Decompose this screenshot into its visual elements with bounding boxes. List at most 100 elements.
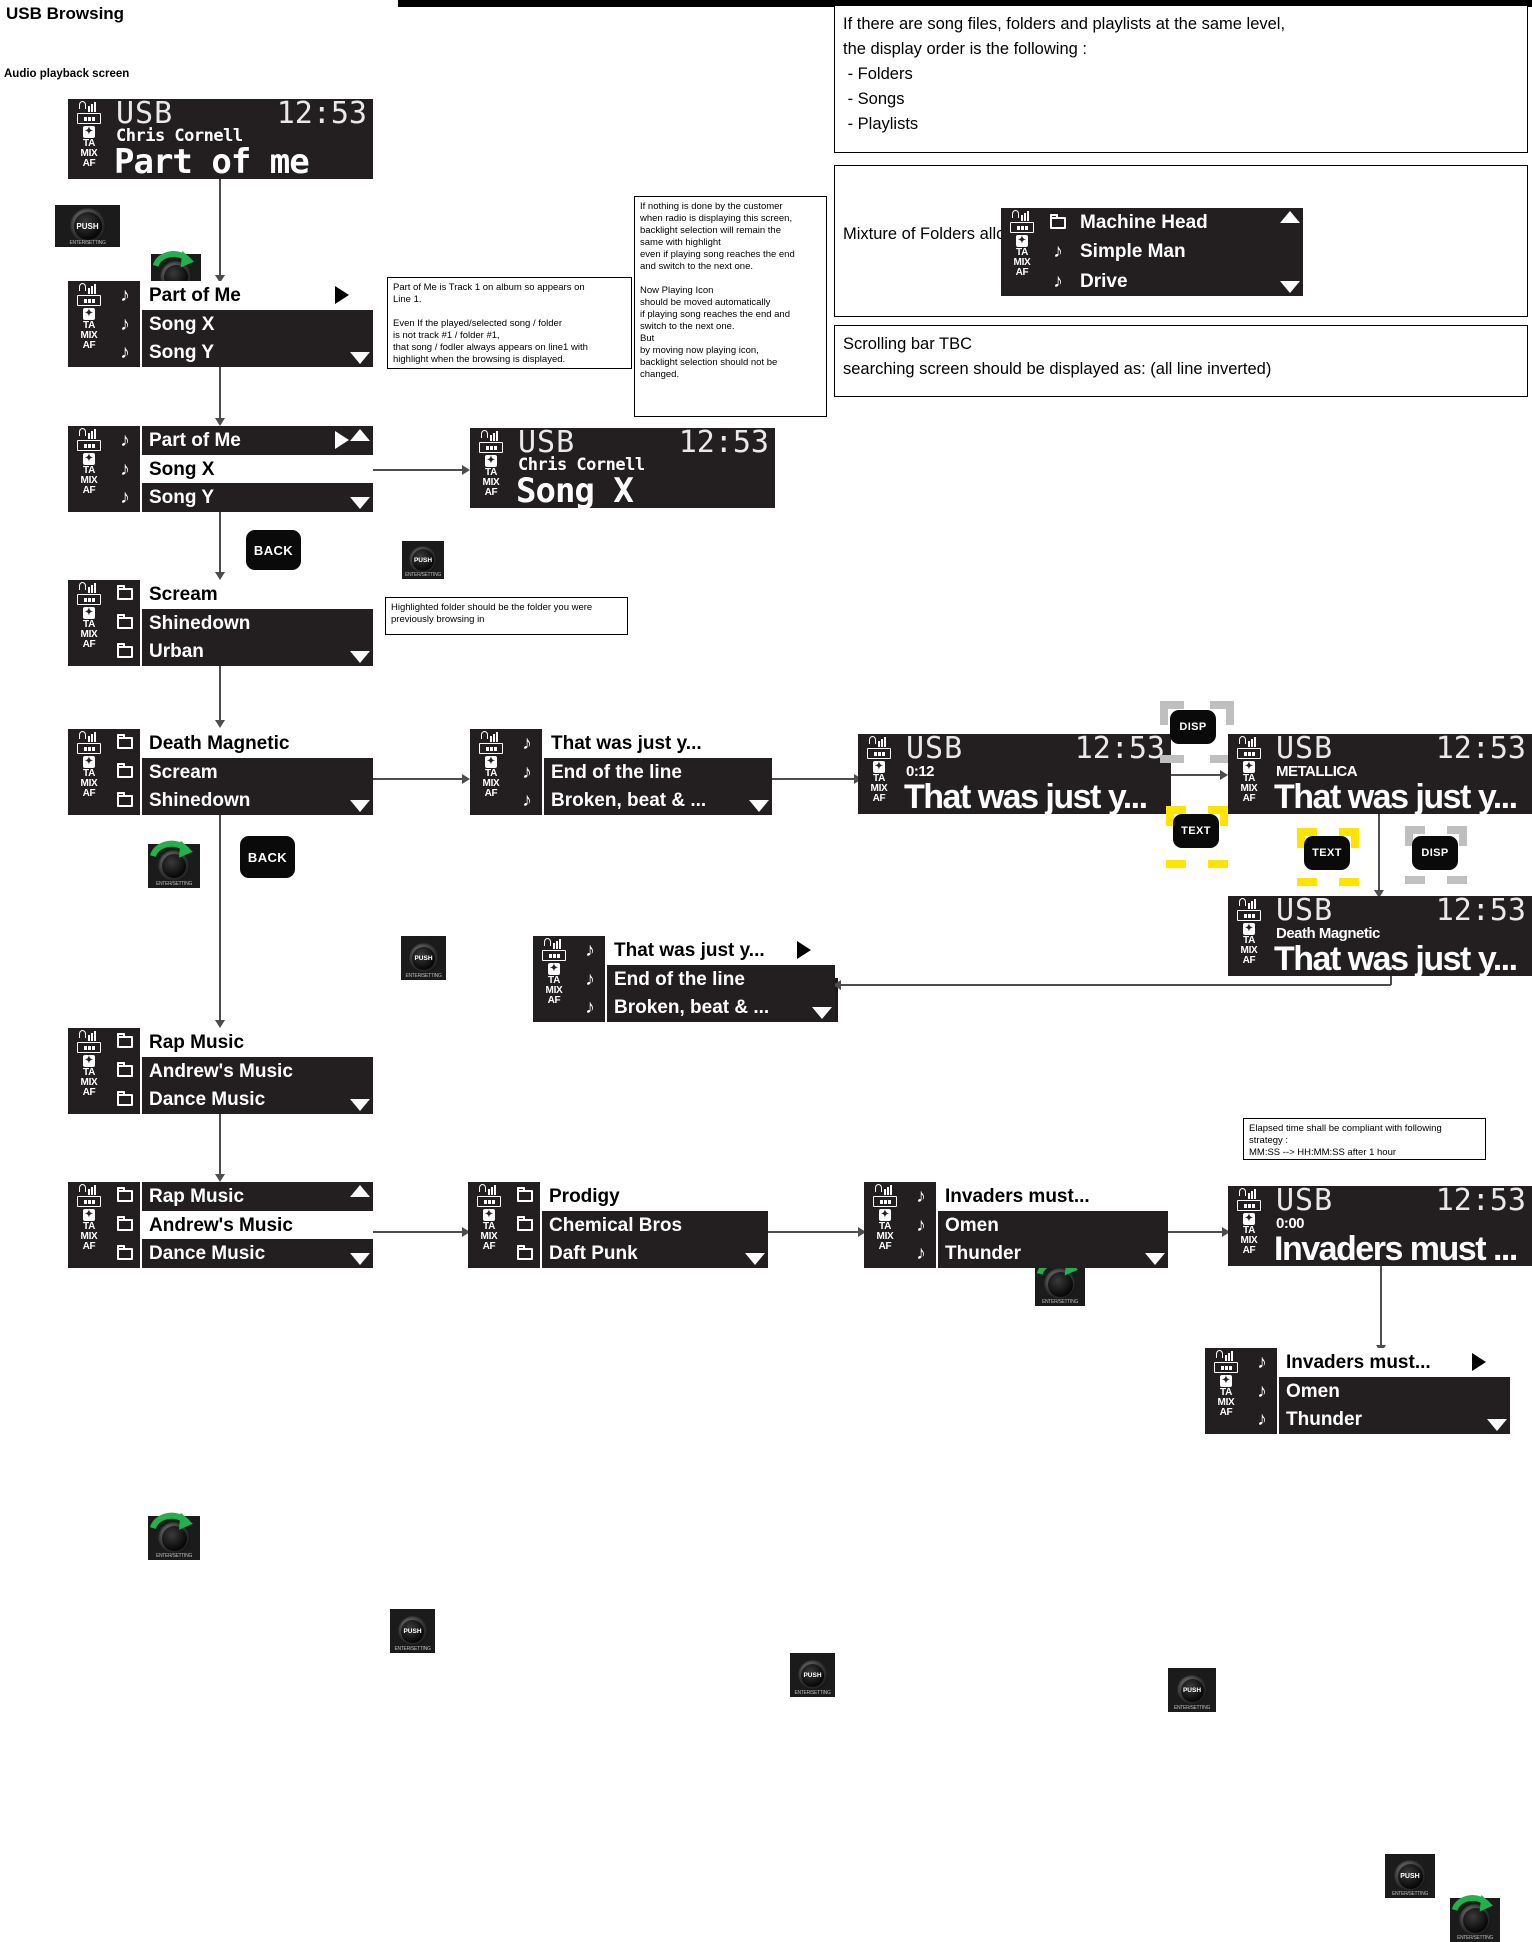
scroll-down-icon[interactable] (350, 800, 370, 812)
list-item[interactable]: Chemical Bros (510, 1210, 768, 1240)
push-button-knob-9[interactable]: PUSH ENTER/SETTING (1385, 1854, 1435, 1898)
list-item[interactable]: ♪ Invaders must... (906, 1182, 1168, 1211)
lcd-list-tracks-metallica[interactable]: ✦ TA MIX AF ♪ That was just y... ♪ End of t… (470, 729, 772, 816)
lcd-list-tracks-invaders-playing[interactable]: ✦ TA MIX AF ♪ Invaders must... ♪ Omen ♪ Thund… (1205, 1348, 1510, 1435)
scroll-up-icon[interactable] (350, 1185, 370, 1197)
rotary-knob-6[interactable]: ENTER/SETTING (1450, 1894, 1500, 1942)
scroll-down-icon[interactable] (1280, 281, 1300, 293)
back-button-2[interactable]: BACK (240, 836, 295, 878)
list-item[interactable]: ♪ Song Y (110, 483, 373, 513)
list-item[interactable]: ♪ Simple Man (1043, 237, 1303, 266)
push-button-knob-1[interactable]: PUSH ENTER/SETTING (55, 205, 120, 247)
scroll-up-icon[interactable] (1145, 1185, 1165, 1197)
list-body[interactable]: ♪ Invaders must... ♪ Omen ♪ Thunder (906, 1182, 1168, 1269)
list-item[interactable]: Andrew's Music (110, 1210, 373, 1240)
scroll-indicators[interactable] (349, 729, 371, 815)
list-item[interactable]: Shinedown (110, 608, 373, 638)
list-body[interactable]: ♪ That was just y... ♪ End of the line ♪ Brok… (512, 729, 772, 816)
list-item[interactable]: Prodigy (510, 1182, 768, 1211)
lcd-list-folders-andrews-music[interactable]: ✦ TA MIX AF Rap Music Andrew's Music Dance… (68, 1182, 373, 1269)
list-body[interactable]: Scream Shinedown Urban (110, 580, 373, 667)
list-item[interactable]: ♪ Omen (1247, 1376, 1510, 1406)
list-item[interactable]: Dance Music (110, 1085, 373, 1115)
list-body[interactable]: ♪ That was just y... ♪ End of the line ♪ Brok… (575, 936, 835, 1023)
text-button-1[interactable]: TEXT (1173, 814, 1219, 848)
rotary-knob-5[interactable]: ENTER/SETTING (148, 1512, 200, 1560)
scroll-up-icon[interactable] (350, 1031, 370, 1043)
lcd-list-tracks-metallica-playing[interactable]: ✦ TA MIX AF ♪ That was just y... ♪ End of t… (533, 936, 835, 1023)
scroll-up-icon[interactable] (812, 939, 832, 951)
scroll-indicators[interactable] (349, 580, 371, 666)
disp-button-1[interactable]: DISP (1170, 710, 1216, 744)
list-item[interactable]: ♪ End of the line (512, 757, 772, 787)
list-item[interactable]: ♪ Drive (1043, 267, 1303, 296)
list-item[interactable]: Shinedown (110, 786, 373, 816)
list-item[interactable]: Daft Punk (510, 1239, 768, 1269)
scroll-up-icon[interactable] (350, 429, 370, 441)
list-item[interactable]: Rap Music (110, 1182, 373, 1211)
scroll-indicators[interactable] (349, 1028, 371, 1114)
push-button-knob-7[interactable]: PUSH ENTER/SETTING (790, 1653, 835, 1697)
scroll-up-icon[interactable] (749, 732, 769, 744)
push-button-knob-3[interactable]: PUSH ENTER/SETTING (401, 936, 446, 980)
disp-button-2[interactable]: DISP (1412, 836, 1458, 870)
push-button-knob-6[interactable]: PUSH ENTER/SETTING (390, 1609, 435, 1653)
list-item[interactable]: Scream (110, 757, 373, 787)
back-button-1[interactable]: BACK (246, 530, 301, 570)
list-item[interactable]: ♪ End of the line (575, 964, 835, 994)
scroll-indicators[interactable] (349, 281, 371, 367)
scroll-indicators[interactable] (811, 936, 833, 1022)
list-item[interactable]: ♪ Thunder (1247, 1405, 1510, 1435)
scroll-down-icon[interactable] (350, 1099, 370, 1111)
list-item[interactable]: ♪ Song X (110, 309, 373, 339)
lcd-list-folders-death-magnetic[interactable]: ✦ TA MIX AF Death Magnetic Scream Shinedow… (68, 729, 373, 816)
scroll-down-icon[interactable] (1487, 1419, 1507, 1431)
scroll-up-icon[interactable] (1280, 211, 1300, 223)
scroll-down-icon[interactable] (812, 1007, 832, 1019)
list-item[interactable]: Rap Music (110, 1028, 373, 1057)
scroll-indicators[interactable] (744, 1182, 766, 1268)
scroll-down-icon[interactable] (749, 800, 769, 812)
list-body[interactable]: ♪ Part of Me ♪ Song X ♪ Song Y (110, 281, 373, 368)
list-item[interactable]: ♪ Omen (906, 1210, 1168, 1240)
list-item[interactable]: ♪ Broken, beat & ... (512, 786, 772, 816)
push-button-knob-2[interactable]: PUSH ENTER/SETTING (402, 541, 444, 579)
list-item[interactable]: ♪ Song X (110, 454, 373, 484)
list-item[interactable]: Dance Music (110, 1239, 373, 1269)
list-item[interactable]: ♪ Invaders must... (1247, 1348, 1510, 1377)
lcd-list-songs-song-x[interactable]: ✦ TA MIX AF ♪ Part of Me ♪ Song X ♪ Song Y (68, 426, 373, 513)
scroll-indicators[interactable] (748, 729, 770, 815)
lcd-list-folders-scream[interactable]: ✦ TA MIX AF Scream Shinedown Urban (68, 580, 373, 667)
scroll-indicators[interactable] (1144, 1182, 1166, 1268)
list-item[interactable]: Machine Head (1043, 208, 1303, 237)
scroll-up-icon[interactable] (350, 284, 370, 296)
scroll-down-icon[interactable] (350, 497, 370, 509)
scroll-down-icon[interactable] (350, 1253, 370, 1265)
rotary-knob-3[interactable]: ENTER/SETTING (148, 840, 200, 888)
lcd-list-folders-rap-music[interactable]: ✦ TA MIX AF Rap Music Andrew's Music Dance… (68, 1028, 373, 1115)
list-item[interactable]: Urban (110, 637, 373, 667)
scroll-up-icon[interactable] (350, 583, 370, 595)
scroll-down-icon[interactable] (1145, 1253, 1165, 1265)
list-body[interactable]: Machine Head ♪ Simple Man ♪ Drive (1043, 208, 1303, 296)
list-item[interactable]: ♪ Broken, beat & ... (575, 993, 835, 1023)
list-body[interactable]: Death Magnetic Scream Shinedown (110, 729, 373, 816)
scroll-indicators[interactable] (349, 426, 371, 512)
list-item[interactable]: Death Magnetic (110, 729, 373, 758)
lcd-list-songs-part-of-me[interactable]: ✦ TA MIX AF ♪ Part of Me ♪ Song X ♪ Song Y (68, 281, 373, 368)
lcd-list-tracks-invaders[interactable]: ✦ TA MIX AF ♪ Invaders must... ♪ Omen ♪ Thund… (864, 1182, 1168, 1269)
scroll-indicators[interactable] (1279, 208, 1301, 296)
list-body[interactable]: ♪ Invaders must... ♪ Omen ♪ Thunder (1247, 1348, 1510, 1435)
scroll-indicators[interactable] (349, 1182, 371, 1268)
scroll-down-icon[interactable] (350, 651, 370, 663)
list-body[interactable]: ♪ Part of Me ♪ Song X ♪ Song Y (110, 426, 373, 513)
scroll-up-icon[interactable] (350, 732, 370, 744)
list-body[interactable]: Rap Music Andrew's Music Dance Music (110, 1028, 373, 1115)
push-button-knob-8[interactable]: PUSH ENTER/SETTING (1168, 1668, 1216, 1712)
list-item[interactable]: ♪ Song Y (110, 338, 373, 368)
list-body[interactable]: Rap Music Andrew's Music Dance Music (110, 1182, 373, 1269)
rotary-knob-4[interactable]: ENTER/SETTING (1035, 1258, 1085, 1306)
list-item[interactable]: ♪ Part of Me (110, 426, 373, 455)
text-button-2[interactable]: TEXT (1304, 836, 1350, 870)
list-body[interactable]: Prodigy Chemical Bros Daft Punk (510, 1182, 768, 1269)
